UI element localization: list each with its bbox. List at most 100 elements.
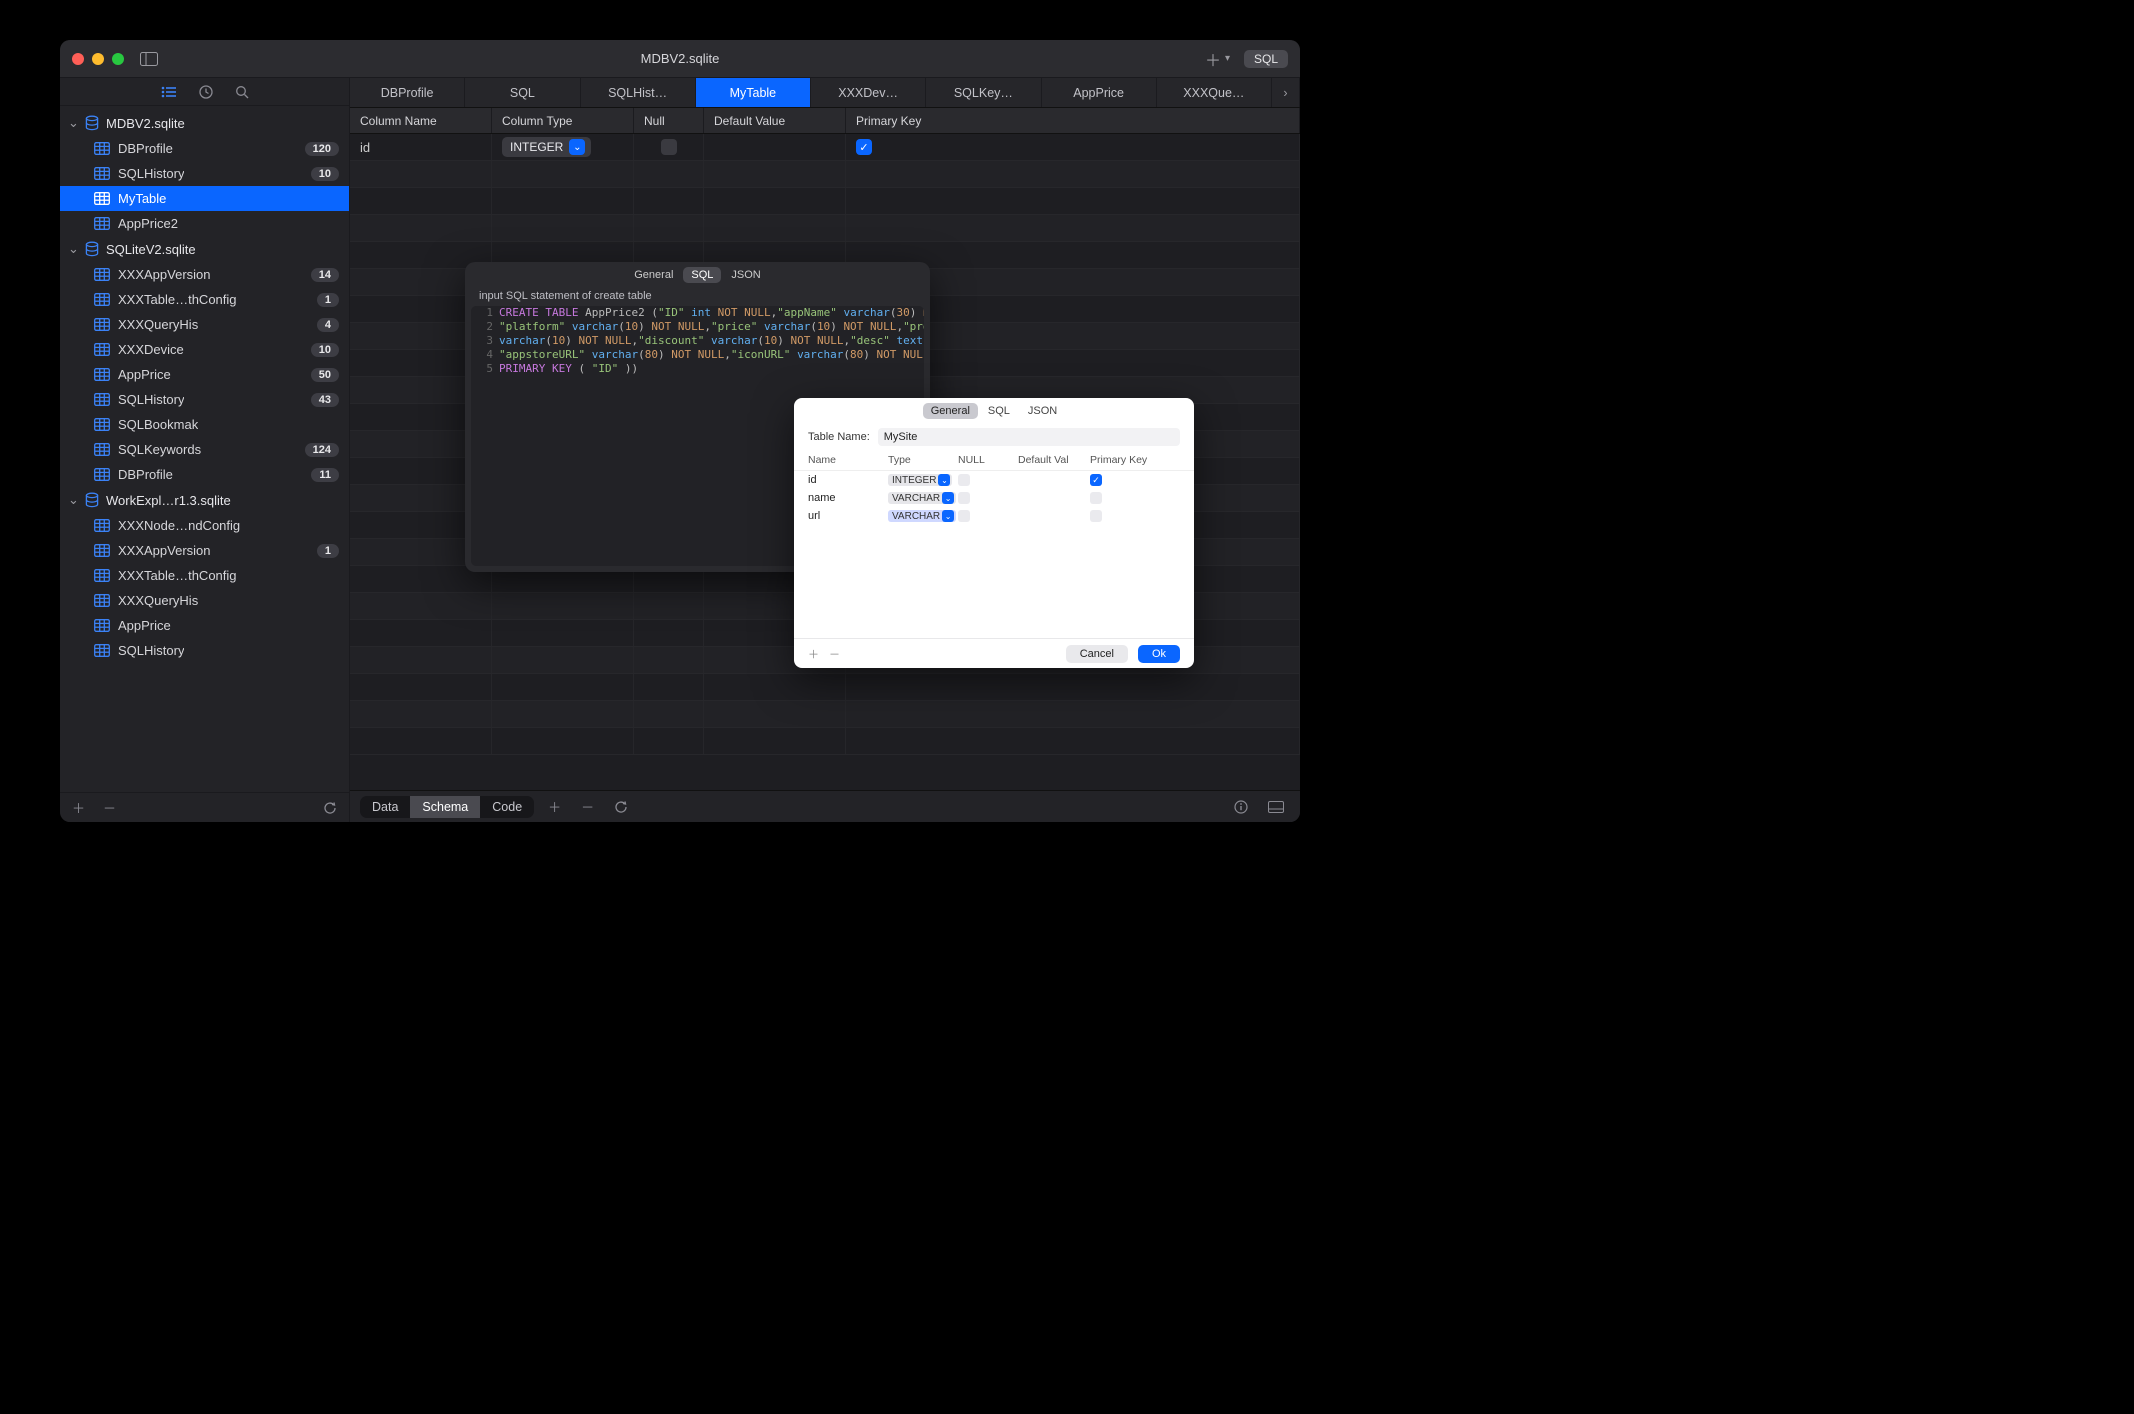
col-header-null[interactable]: Null — [634, 108, 704, 133]
chevron-down-icon[interactable]: ▾ — [1225, 53, 1230, 64]
tab[interactable]: SQLHist… — [581, 78, 696, 107]
seg-code[interactable]: Code — [480, 796, 534, 818]
checkbox[interactable] — [958, 510, 970, 522]
remove-icon[interactable]: － — [103, 798, 116, 817]
zoom-icon[interactable] — [112, 53, 124, 65]
schema-row-empty[interactable] — [350, 161, 1300, 188]
schema-row-empty[interactable] — [350, 728, 1300, 755]
tree-database[interactable]: ⌄MDBV2.sqlite — [60, 110, 349, 136]
gen-popup-tab-sql[interactable]: SQL — [980, 403, 1018, 419]
schema-col-null[interactable] — [634, 134, 704, 160]
sql-pill[interactable]: SQL — [1244, 50, 1288, 68]
checkbox[interactable]: ✓ — [1090, 474, 1102, 486]
sidebar-item[interactable]: XXXAppVersion14 — [60, 262, 349, 287]
sidebar-item[interactable]: AppPrice50 — [60, 362, 349, 387]
tab-scroll-right-icon[interactable]: › — [1272, 78, 1300, 107]
gen-col-type[interactable]: VARCHAR⌄ — [888, 492, 958, 504]
gen-row[interactable]: urlVARCHAR⌄ — [808, 507, 1180, 525]
gen-col-pk[interactable]: ✓ — [1090, 474, 1180, 486]
checkbox[interactable] — [1090, 492, 1102, 504]
col-header-pk[interactable]: Primary Key — [846, 108, 1300, 133]
table-editor-popup[interactable]: General SQL JSON Table Name: Name Type N… — [794, 398, 1194, 668]
sql-popup-tab-general[interactable]: General — [626, 267, 681, 283]
gen-col-name[interactable]: url — [808, 510, 888, 522]
gen-row[interactable]: nameVARCHAR⌄ — [808, 489, 1180, 507]
gen-popup-tab-general[interactable]: General — [923, 403, 978, 419]
remove-icon[interactable]: － — [829, 646, 840, 662]
sidebar-item[interactable]: XXXQueryHis — [60, 588, 349, 613]
schema-col-default[interactable] — [704, 134, 846, 160]
sidebar-item[interactable]: DBProfile11 — [60, 462, 349, 487]
add-icon[interactable]: ＋ — [808, 646, 819, 662]
gen-col-name[interactable]: name — [808, 492, 888, 504]
tree-database[interactable]: ⌄WorkExpl…r1.3.sqlite — [60, 487, 349, 513]
sql-popup-tab-json[interactable]: JSON — [723, 267, 768, 283]
schema-col-name[interactable]: id — [350, 134, 492, 160]
refresh-icon[interactable] — [323, 801, 337, 815]
sidebar-item[interactable]: SQLKeywords124 — [60, 437, 349, 462]
add-icon[interactable]: ＋ — [72, 798, 85, 817]
tab[interactable]: SQL — [465, 78, 580, 107]
schema-row[interactable]: id INTEGER⌄ ✓ — [350, 134, 1300, 161]
sidebar-item[interactable]: XXXTable…thConfig1 — [60, 287, 349, 312]
sidebar-item[interactable]: SQLHistory43 — [60, 387, 349, 412]
col-header-default[interactable]: Default Value — [704, 108, 846, 133]
checkbox[interactable]: ✓ — [856, 139, 872, 155]
sidebar-item[interactable]: SQLHistory — [60, 638, 349, 663]
sidebar-item[interactable]: SQLBookmak — [60, 412, 349, 437]
checkbox[interactable] — [661, 139, 677, 155]
sidebar-item[interactable]: AppPrice — [60, 613, 349, 638]
sidebar-item[interactable]: AppPrice2 — [60, 211, 349, 236]
sidebar-item[interactable]: DBProfile120 — [60, 136, 349, 161]
sql-popup-tab-sql[interactable]: SQL — [683, 267, 721, 283]
schema-row-empty[interactable] — [350, 215, 1300, 242]
gen-col-pk[interactable] — [1090, 492, 1180, 504]
seg-schema[interactable]: Schema — [410, 796, 480, 818]
checkbox[interactable] — [1090, 510, 1102, 522]
sidebar-item[interactable]: XXXDevice10 — [60, 337, 349, 362]
refresh-icon[interactable] — [608, 800, 634, 814]
cancel-button[interactable]: Cancel — [1066, 645, 1128, 663]
gen-col-name[interactable]: id — [808, 474, 888, 486]
remove-icon[interactable]: － — [575, 797, 600, 816]
search-icon[interactable] — [235, 85, 249, 99]
list-view-icon[interactable] — [161, 86, 177, 98]
add-icon[interactable]: ＋ — [1205, 47, 1221, 71]
sidebar-item[interactable]: SQLHistory10 — [60, 161, 349, 186]
close-icon[interactable] — [72, 53, 84, 65]
checkbox[interactable] — [958, 474, 970, 486]
gen-col-pk[interactable] — [1090, 510, 1180, 522]
gen-col-type[interactable]: VARCHAR⌄ — [888, 510, 958, 522]
schema-col-type[interactable]: INTEGER⌄ — [492, 134, 634, 160]
tab[interactable]: AppPrice — [1042, 78, 1157, 107]
sidebar-item[interactable]: MyTable — [60, 186, 349, 211]
gen-col-null[interactable] — [958, 474, 1018, 486]
gen-col-null[interactable] — [958, 492, 1018, 504]
add-icon[interactable]: ＋ — [542, 797, 567, 816]
checkbox[interactable] — [958, 492, 970, 504]
tab[interactable]: MyTable — [696, 78, 811, 107]
gen-row[interactable]: idINTEGER⌄ ✓ — [808, 471, 1180, 489]
col-header-name[interactable]: Column Name — [350, 108, 492, 133]
sidebar-item[interactable]: XXXQueryHis4 — [60, 312, 349, 337]
type-select[interactable]: INTEGER⌄ — [502, 137, 591, 157]
tab[interactable]: DBProfile — [350, 78, 465, 107]
gen-rows[interactable]: idINTEGER⌄✓nameVARCHAR⌄urlVARCHAR⌄ — [794, 471, 1194, 638]
type-select[interactable]: VARCHAR⌄ — [888, 492, 956, 504]
gen-popup-tab-json[interactable]: JSON — [1020, 403, 1065, 419]
ok-button[interactable]: Ok — [1138, 645, 1180, 663]
schema-row-empty[interactable] — [350, 188, 1300, 215]
sidebar-toggle-icon[interactable] — [140, 52, 158, 66]
history-icon[interactable] — [199, 85, 213, 99]
type-select[interactable]: INTEGER⌄ — [888, 474, 952, 486]
gen-col-type[interactable]: INTEGER⌄ — [888, 474, 958, 486]
tab[interactable]: XXXDev… — [811, 78, 926, 107]
sidebar-item[interactable]: XXXTable…thConfig — [60, 563, 349, 588]
sidebar-item[interactable]: XXXAppVersion1 — [60, 538, 349, 563]
seg-data[interactable]: Data — [360, 796, 410, 818]
schema-row-empty[interactable] — [350, 701, 1300, 728]
type-select[interactable]: VARCHAR⌄ — [888, 510, 956, 522]
sidebar-tree[interactable]: ⌄MDBV2.sqliteDBProfile120SQLHistory10MyT… — [60, 106, 349, 792]
gen-col-null[interactable] — [958, 510, 1018, 522]
tab[interactable]: XXXQue… — [1157, 78, 1272, 107]
